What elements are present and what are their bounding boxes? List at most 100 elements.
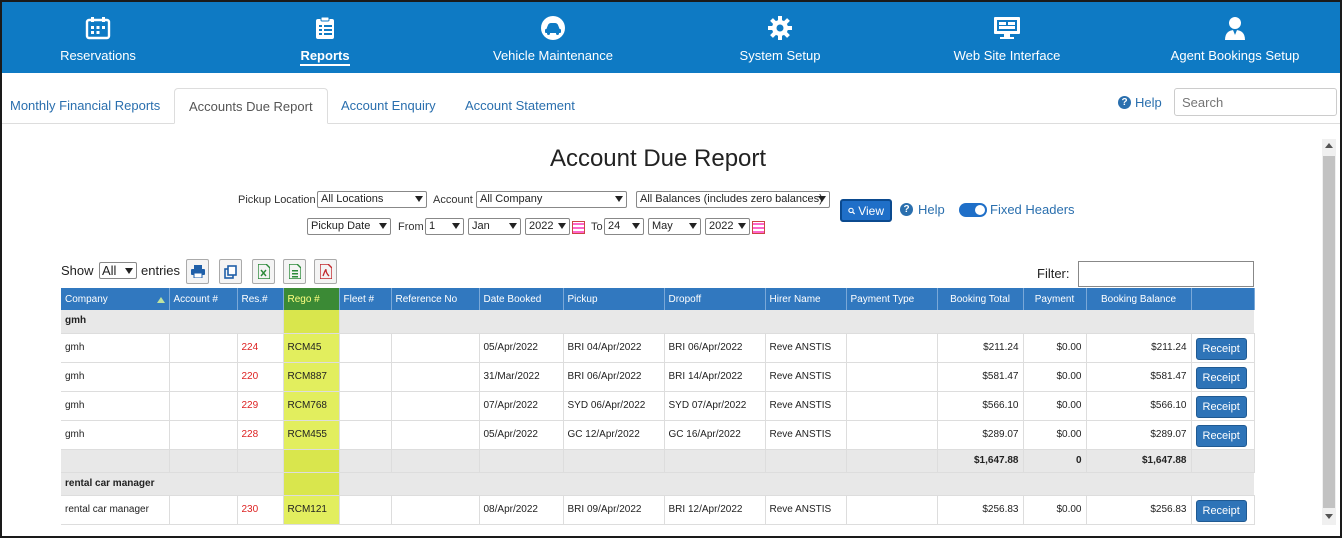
pdf-button[interactable] xyxy=(314,259,337,284)
receipt-button[interactable]: Receipt xyxy=(1195,424,1247,447)
receipt-button[interactable]: Receipt xyxy=(1195,499,1247,522)
cell-res[interactable]: 228 xyxy=(237,420,284,450)
from-label: From xyxy=(398,221,424,233)
chevron-down-icon xyxy=(452,223,460,229)
header-hirer-name[interactable]: Hirer Name xyxy=(765,288,847,310)
calendar-icon[interactable] xyxy=(752,221,765,234)
chevron-down-icon xyxy=(615,196,623,202)
nav-reports[interactable]: Reports xyxy=(300,2,350,73)
cell-dropoff: BRI 12/Apr/2022 xyxy=(664,495,766,525)
calendar-icon xyxy=(84,15,112,41)
clipboard-icon xyxy=(311,15,339,41)
cell-rego: RCM887 xyxy=(283,362,340,392)
header-rego[interactable]: Rego # xyxy=(283,288,340,310)
tab-account-enquiry[interactable]: Account Enquiry xyxy=(327,88,450,124)
nav-label: Reports xyxy=(300,48,350,66)
help-label: Help xyxy=(918,202,945,217)
date-type-select[interactable]: Pickup Date xyxy=(307,218,391,235)
filter-input[interactable] xyxy=(1078,261,1254,287)
tab-monthly-financial-reports[interactable]: Monthly Financial Reports xyxy=(0,88,174,124)
help-link[interactable]: ? Help xyxy=(900,202,945,217)
cell-dropoff: SYD 07/Apr/2022 xyxy=(664,391,766,421)
calendar-icon[interactable] xyxy=(572,221,585,234)
header-account[interactable]: Account # xyxy=(169,288,238,310)
nav-vehicle-maintenance[interactable]: Vehicle Maintenance xyxy=(493,2,613,73)
cell-rego: RCM45 xyxy=(283,333,340,363)
select-value: Jan xyxy=(472,220,490,232)
print-button[interactable] xyxy=(186,259,209,284)
header-company[interactable]: Company xyxy=(61,288,170,310)
cell-fleet xyxy=(339,495,392,525)
tab-account-statement[interactable]: Account Statement xyxy=(451,88,589,124)
balances-select[interactable]: All Balances (includes zero balances) xyxy=(636,191,830,208)
receipt-button[interactable]: Receipt xyxy=(1195,395,1247,418)
select-value: 2022 xyxy=(529,220,554,232)
page-title: Account Due Report xyxy=(549,145,767,172)
search-input[interactable] xyxy=(1174,88,1337,116)
help-link-top[interactable]: ? Help xyxy=(1118,95,1162,110)
header-reference[interactable]: Reference No xyxy=(391,288,480,310)
excel-icon xyxy=(257,264,270,279)
scrollbar-thumb[interactable] xyxy=(1323,156,1335,508)
print-icon xyxy=(190,265,205,278)
header-res[interactable]: Res.# xyxy=(237,288,284,310)
header-dropoff[interactable]: Dropoff xyxy=(664,288,766,310)
cell-balance: $211.24 xyxy=(1086,333,1192,363)
cell-res[interactable]: 229 xyxy=(237,391,284,421)
filter-label: Filter: xyxy=(1037,266,1070,281)
receipt-button[interactable]: Receipt xyxy=(1195,366,1247,389)
view-button[interactable]: View xyxy=(840,199,892,222)
nav-system-setup[interactable]: System Setup xyxy=(740,2,820,73)
select-value: Pickup Date xyxy=(311,220,371,232)
to-day-select[interactable]: 24 xyxy=(604,218,644,235)
cell-fleet xyxy=(339,362,392,392)
excel-button[interactable] xyxy=(252,259,275,284)
copy-button[interactable] xyxy=(219,259,242,284)
cell-pickup: BRI 04/Apr/2022 xyxy=(563,333,665,363)
header-booking-balance[interactable]: Booking Balance xyxy=(1086,288,1192,310)
chevron-down-icon xyxy=(689,223,697,229)
select-value: All Locations xyxy=(321,193,384,205)
cell-booked: 31/Mar/2022 xyxy=(479,362,564,392)
from-month-select[interactable]: Jan xyxy=(468,218,521,235)
cell-res[interactable]: 220 xyxy=(237,362,284,392)
table-row: gmh 220 RCM887 31/Mar/2022 BRI 06/Apr/20… xyxy=(61,362,1255,392)
nav-web-site-interface[interactable]: Web Site Interface xyxy=(954,2,1060,73)
to-year-select[interactable]: 2022 xyxy=(705,218,750,235)
cell-ref xyxy=(391,420,480,450)
scroll-down-icon[interactable] xyxy=(1325,514,1333,519)
header-payment-type[interactable]: Payment Type xyxy=(846,288,938,310)
to-month-select[interactable]: May xyxy=(648,218,701,235)
table-row: rental car manager 230 RCM121 08/Apr/202… xyxy=(61,495,1255,525)
cell-res[interactable]: 224 xyxy=(237,333,284,363)
header-fleet[interactable]: Fleet # xyxy=(339,288,392,310)
receipt-button[interactable]: Receipt xyxy=(1195,337,1247,360)
scroll-up-icon[interactable] xyxy=(1325,143,1333,148)
tab-accounts-due-report[interactable]: Accounts Due Report xyxy=(174,88,328,124)
show-label: Show xyxy=(61,263,94,278)
cell-hirer: Reve ANSTIS xyxy=(765,420,847,450)
cell-booked: 07/Apr/2022 xyxy=(479,391,564,421)
account-label: Account xyxy=(433,194,473,206)
cell-ref xyxy=(391,495,480,525)
entries-select[interactable]: All xyxy=(99,262,137,279)
header-pickup[interactable]: Pickup xyxy=(563,288,665,310)
nav-agent-bookings-setup[interactable]: Agent Bookings Setup xyxy=(1170,2,1300,73)
search-icon xyxy=(848,207,856,214)
from-day-select[interactable]: 1 xyxy=(425,218,464,235)
group-row: gmh xyxy=(61,310,1254,334)
header-booking-total[interactable]: Booking Total xyxy=(937,288,1024,310)
fixed-headers-toggle[interactable] xyxy=(959,203,987,217)
select-value: All Balances (includes zero balances) xyxy=(640,193,823,205)
header-date-booked[interactable]: Date Booked xyxy=(479,288,564,310)
nav-reservations[interactable]: Reservations xyxy=(60,2,136,73)
chevron-down-icon xyxy=(125,268,133,274)
from-year-select[interactable]: 2022 xyxy=(525,218,570,235)
total-blank xyxy=(391,449,480,473)
header-payment[interactable]: Payment xyxy=(1023,288,1087,310)
cell-res[interactable]: 230 xyxy=(237,495,284,525)
cell-rego: RCM121 xyxy=(283,495,340,525)
csv-button[interactable] xyxy=(283,259,306,284)
pickup-location-select[interactable]: All Locations xyxy=(317,191,427,208)
account-select[interactable]: All Company xyxy=(476,191,627,208)
